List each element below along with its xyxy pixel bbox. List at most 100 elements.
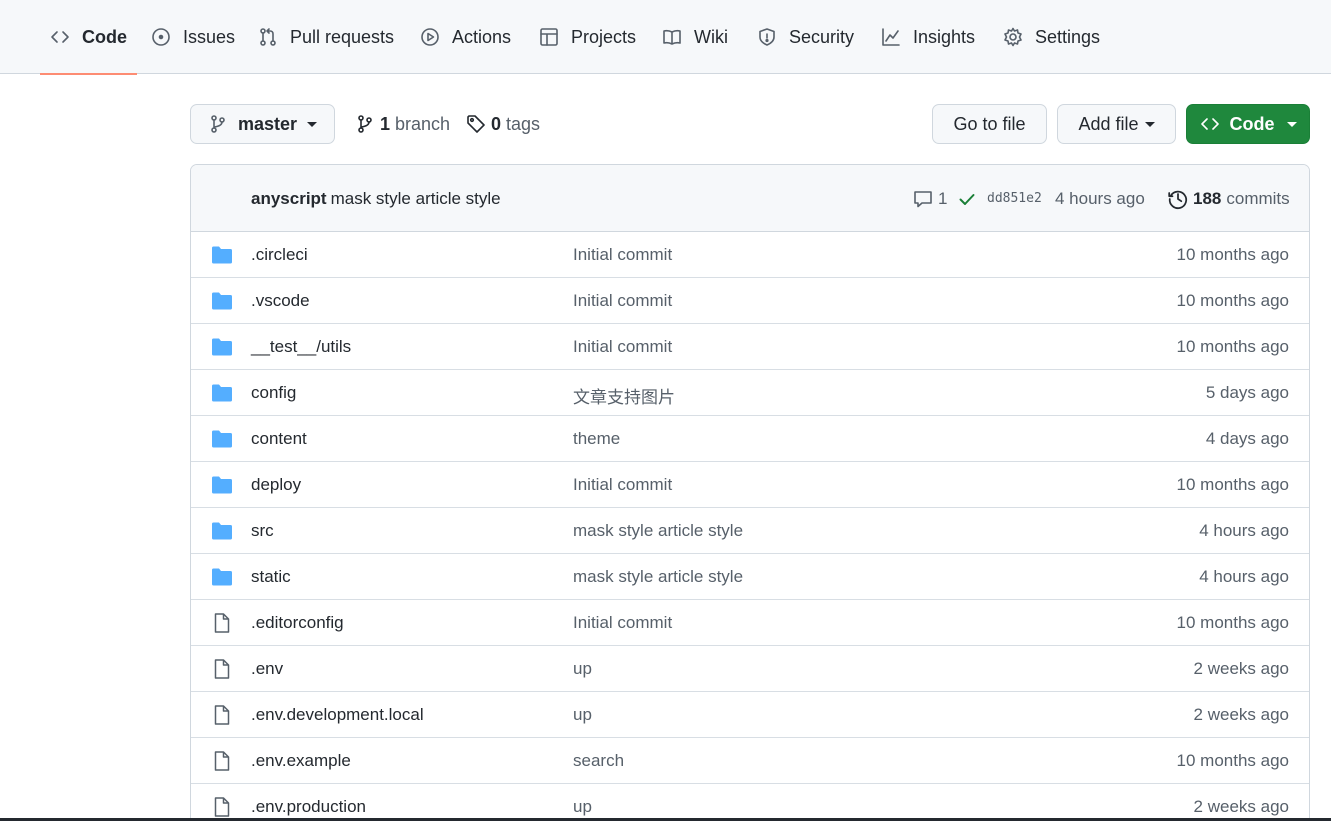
file-name-link[interactable]: .env.production [251,797,366,817]
caret-down-icon [1286,121,1297,127]
file-row[interactable]: content theme 4 days ago [191,416,1309,462]
commit-author[interactable]: anyscript [251,189,327,208]
file-row[interactable]: .editorconfig Initial commit 10 months ago [191,600,1309,646]
file-name-link[interactable]: config [251,383,296,403]
commits-link[interactable]: 188 commits [1167,165,1290,232]
file-age: 10 months ago [1176,245,1289,264]
tab-label: Security [789,26,855,47]
tab-label: Issues [183,26,236,47]
file-row[interactable]: static mask style article style 4 hours ag… [191,554,1309,600]
file-name-link[interactable]: .env [251,659,283,679]
history-icon [1168,190,1188,209]
file-row[interactable]: .vscode Initial commit 10 months ago [191,278,1309,324]
code-button[interactable]: Code [1186,104,1310,144]
folder-icon [212,338,232,356]
folder-icon [212,292,232,310]
file-name-link[interactable]: .vscode [251,291,310,311]
tab-insights[interactable]: Insights [881,0,975,74]
file-row[interactable]: .env.development.local up 2 weeks ago [191,692,1309,738]
file-row[interactable]: src mask style article style 4 hours ago [191,508,1309,554]
branch-count: 1 [380,113,391,134]
file-commit-message[interactable]: Initial commit [573,613,672,633]
file-row[interactable]: deploy Initial commit 10 months ago [191,462,1309,508]
add-file-button[interactable]: Add file [1057,104,1176,144]
tab-label: Insights [913,26,976,47]
branch-icon [211,115,225,133]
file-commit-message[interactable]: Initial commit [573,245,672,265]
tab-label: Pull requests [290,26,395,47]
file-commit-message[interactable]: Initial commit [573,337,672,357]
commit-status[interactable] [957,165,977,232]
file-name-link[interactable]: __test__/utils [251,337,351,357]
comment-icon [914,190,932,207]
file-name-link[interactable]: deploy [251,475,301,495]
branch-select-button[interactable]: master [190,104,335,144]
play-icon [421,28,439,46]
tab-settings[interactable]: Settings [1003,0,1100,74]
tab-wiki[interactable]: Wiki [662,0,728,74]
commit-count: 188 [1193,188,1222,208]
tab-pull-requests[interactable]: Pull requests [258,0,394,74]
file-row[interactable]: .circleci Initial commit 10 months ago [191,232,1309,278]
branches-link[interactable]: 1 branch [355,104,450,144]
file-name-link[interactable]: static [251,567,291,587]
latest-commit-bar: anyscript mask style article style 1 dd85… [191,165,1309,232]
file-name-link[interactable]: .env.development.local [251,705,424,725]
file-name-link[interactable]: .env.example [251,751,351,771]
file-commit-message[interactable]: mask style article style [573,567,743,587]
file-age: 4 hours ago [1199,567,1289,586]
commit-sha-link[interactable]: dd851e2 [987,165,1042,232]
file-name-link[interactable]: content [251,429,307,449]
file-icon [214,705,230,725]
file-age: 2 weeks ago [1193,705,1289,724]
folder-icon [212,246,232,264]
file-row[interactable]: .env.production up 2 weeks ago [191,784,1309,821]
file-name-link[interactable]: .circleci [251,245,308,265]
tab-security[interactable]: Security [757,0,854,74]
caret-down-icon [307,121,318,127]
commit-time-text: 4 hours ago [1055,188,1145,208]
tab-code[interactable]: Code [40,0,137,75]
tags-link[interactable]: 0 tags [466,104,540,144]
file-commit-message[interactable]: up [573,705,592,725]
commit-message[interactable]: mask style article style [331,189,501,208]
file-icon [214,797,230,817]
table-icon [540,28,558,46]
latest-commit: anyscript mask style article style [251,189,501,209]
file-commit-message[interactable]: search [573,751,624,771]
tag-label: tags [506,113,541,134]
file-age: 2 weeks ago [1193,659,1289,678]
file-commit-message[interactable]: Initial commit [573,475,672,495]
file-commit-message[interactable]: Initial commit [573,291,672,311]
tab-projects[interactable]: Projects [539,0,636,74]
file-row[interactable]: .env up 2 weeks ago [191,646,1309,692]
tab-issues[interactable]: Issues [151,0,235,74]
folder-icon [212,476,232,494]
issue-icon [152,28,170,46]
file-row[interactable]: config 文章支持图片 5 days ago [191,370,1309,416]
file-row[interactable]: __test__/utils Initial commit 10 months ag… [191,324,1309,370]
branch-label: branch [395,113,451,134]
commit-comments[interactable]: 1 [913,165,947,232]
tab-actions[interactable]: Actions [420,0,511,74]
commit-sha: dd851e2 [987,191,1042,206]
go-to-file-button[interactable]: Go to file [932,104,1047,144]
file-name-link[interactable]: src [251,521,274,541]
file-age: 4 days ago [1205,429,1289,448]
file-age: 2 weeks ago [1193,797,1289,816]
file-commit-message[interactable]: up [573,797,592,817]
book-icon [663,29,681,45]
gear-icon [1004,27,1022,47]
file-name-link[interactable]: .editorconfig [251,613,344,633]
file-commit-message[interactable]: mask style article style [573,521,743,541]
branch-icon [358,115,372,133]
file-commit-message[interactable]: 文章支持图片 [573,383,675,408]
file-row[interactable]: .env.example search 10 months ago [191,738,1309,784]
tab-label: Code [82,26,127,47]
file-commit-message[interactable]: theme [573,429,620,449]
commit-time: 4 hours ago [1055,165,1145,232]
go-to-file-label: Go to file [953,113,1026,134]
file-age: 10 months ago [1176,337,1289,356]
file-commit-message[interactable]: up [573,659,592,679]
tab-label: Settings [1035,26,1101,47]
